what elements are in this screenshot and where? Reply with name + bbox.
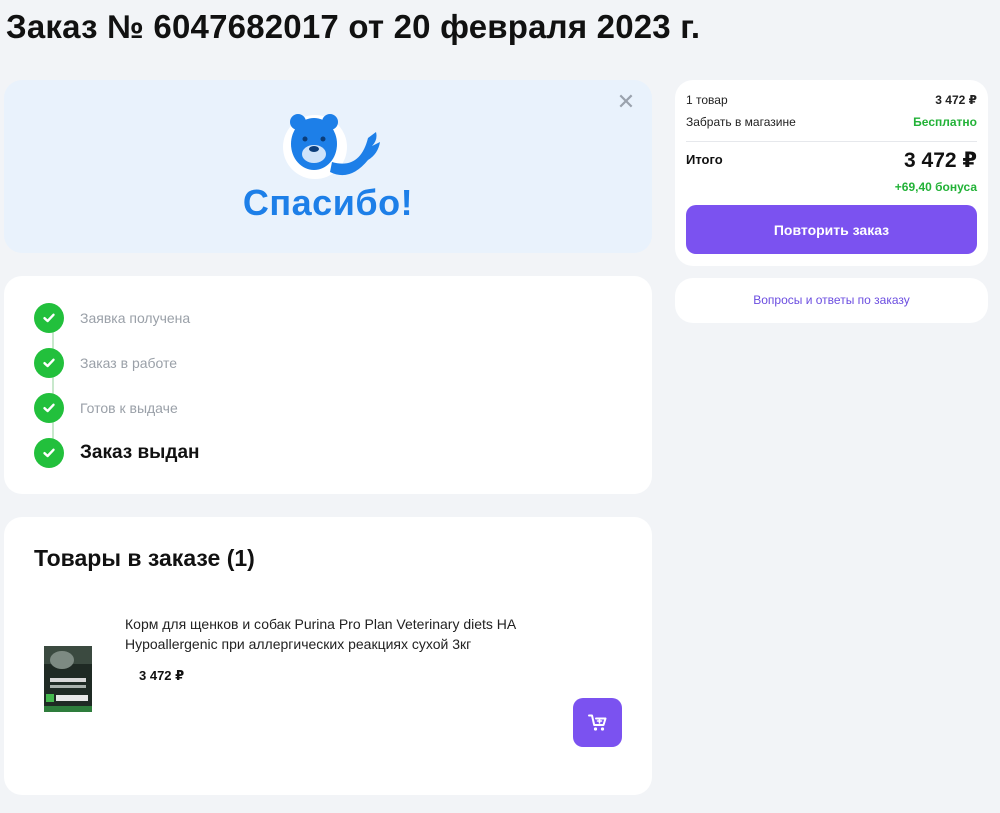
status-step-label: Готов к выдаче bbox=[80, 400, 178, 416]
order-status-card: Заявка получена Заказ в работе Готов к в… bbox=[4, 276, 652, 494]
repeat-order-button[interactable]: Повторить заказ bbox=[686, 205, 977, 254]
close-icon[interactable]: ✕ bbox=[614, 90, 638, 114]
status-step-label: Заказ в работе bbox=[80, 355, 178, 371]
faq-link[interactable]: Вопросы и ответы по заказу bbox=[675, 293, 988, 307]
summary-delivery-row: Забрать в магазине Бесплатно bbox=[686, 115, 977, 129]
delivery-label: Забрать в магазине bbox=[686, 115, 796, 129]
status-step-current: Заказ выдан bbox=[34, 438, 200, 468]
bonus-amount: +69,40 бонуса bbox=[894, 180, 977, 194]
status-step-label: Заказ выдан bbox=[80, 442, 200, 463]
total-value: 3 472 ₽ bbox=[904, 149, 977, 172]
thanks-text: Спасибо! bbox=[242, 182, 414, 223]
items-count-label: 1 товар bbox=[686, 93, 728, 107]
product-price: 3 472 ₽ bbox=[139, 668, 185, 683]
faq-card: Вопросы и ответы по заказу bbox=[675, 278, 988, 323]
check-icon bbox=[34, 393, 64, 423]
check-icon bbox=[34, 438, 64, 468]
product-image[interactable] bbox=[42, 644, 94, 714]
items-title: Товары в заказе (1) bbox=[34, 545, 255, 571]
check-icon bbox=[34, 348, 64, 378]
total-label: Итого bbox=[686, 152, 723, 167]
add-to-cart-button[interactable] bbox=[573, 698, 622, 747]
page-title: Заказ № 6047682017 от 20 февраля 2023 г. bbox=[6, 8, 701, 45]
check-icon bbox=[34, 303, 64, 333]
bear-mascot-icon bbox=[283, 114, 380, 179]
cart-icon bbox=[587, 714, 606, 731]
items-total: 3 472 ₽ bbox=[935, 93, 977, 107]
summary-items-row: 1 товар 3 472 ₽ bbox=[686, 93, 977, 107]
order-summary-card: 1 товар 3 472 ₽ Забрать в магазине Беспл… bbox=[675, 80, 988, 266]
delivery-value: Бесплатно bbox=[913, 115, 977, 129]
summary-divider bbox=[686, 141, 977, 142]
status-step: Заявка получена bbox=[34, 303, 190, 333]
status-step: Заказ в работе bbox=[34, 348, 177, 378]
thanks-banner: ✕ Спасибо! bbox=[4, 80, 652, 253]
product-name[interactable]: Корм для щенков и собак Purina Pro Plan … bbox=[125, 614, 555, 654]
status-step: Готов к выдаче bbox=[34, 393, 178, 423]
order-items-card: Товары в заказе (1) Корм для щенков и со… bbox=[4, 517, 652, 795]
status-step-label: Заявка получена bbox=[80, 310, 191, 326]
